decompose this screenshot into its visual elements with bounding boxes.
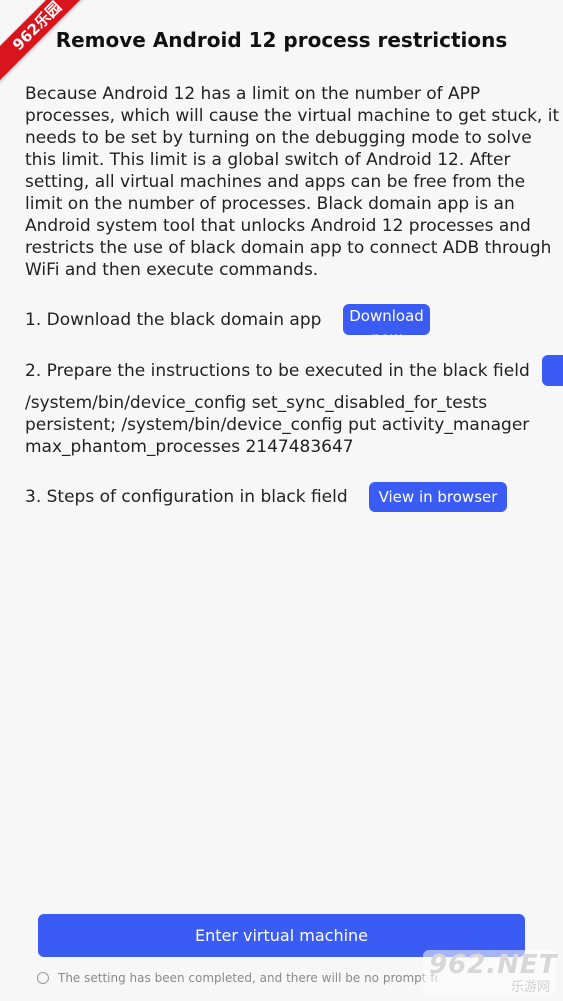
step-2-text: 2. Prepare the instructions to be execut… xyxy=(25,361,530,381)
download-now-button[interactable]: Download now xyxy=(343,304,430,335)
step-1-text: 1. Download the black domain app xyxy=(25,310,322,330)
site-watermark-logo: 962.NET 乐游网 xyxy=(423,950,556,995)
description-text: Because Android 12 has a limit on the nu… xyxy=(25,84,560,280)
download-now-label: Download now xyxy=(349,307,424,335)
view-in-browser-button[interactable]: View in browser xyxy=(369,482,507,512)
step-3-text: 3. Steps of configuration in black field xyxy=(25,487,348,507)
copy-instructions-button[interactable] xyxy=(542,355,563,386)
radio-circle-icon[interactable] xyxy=(37,972,49,984)
no-prompt-label: The setting has been completed, and ther… xyxy=(58,971,437,985)
no-prompt-option[interactable]: The setting has been completed, and ther… xyxy=(37,969,437,987)
command-text: /system/bin/device_config set_sync_disab… xyxy=(25,393,530,457)
watermark-subtitle: 乐游网 xyxy=(510,980,550,995)
page-title: Remove Android 12 process restrictions xyxy=(55,28,508,52)
